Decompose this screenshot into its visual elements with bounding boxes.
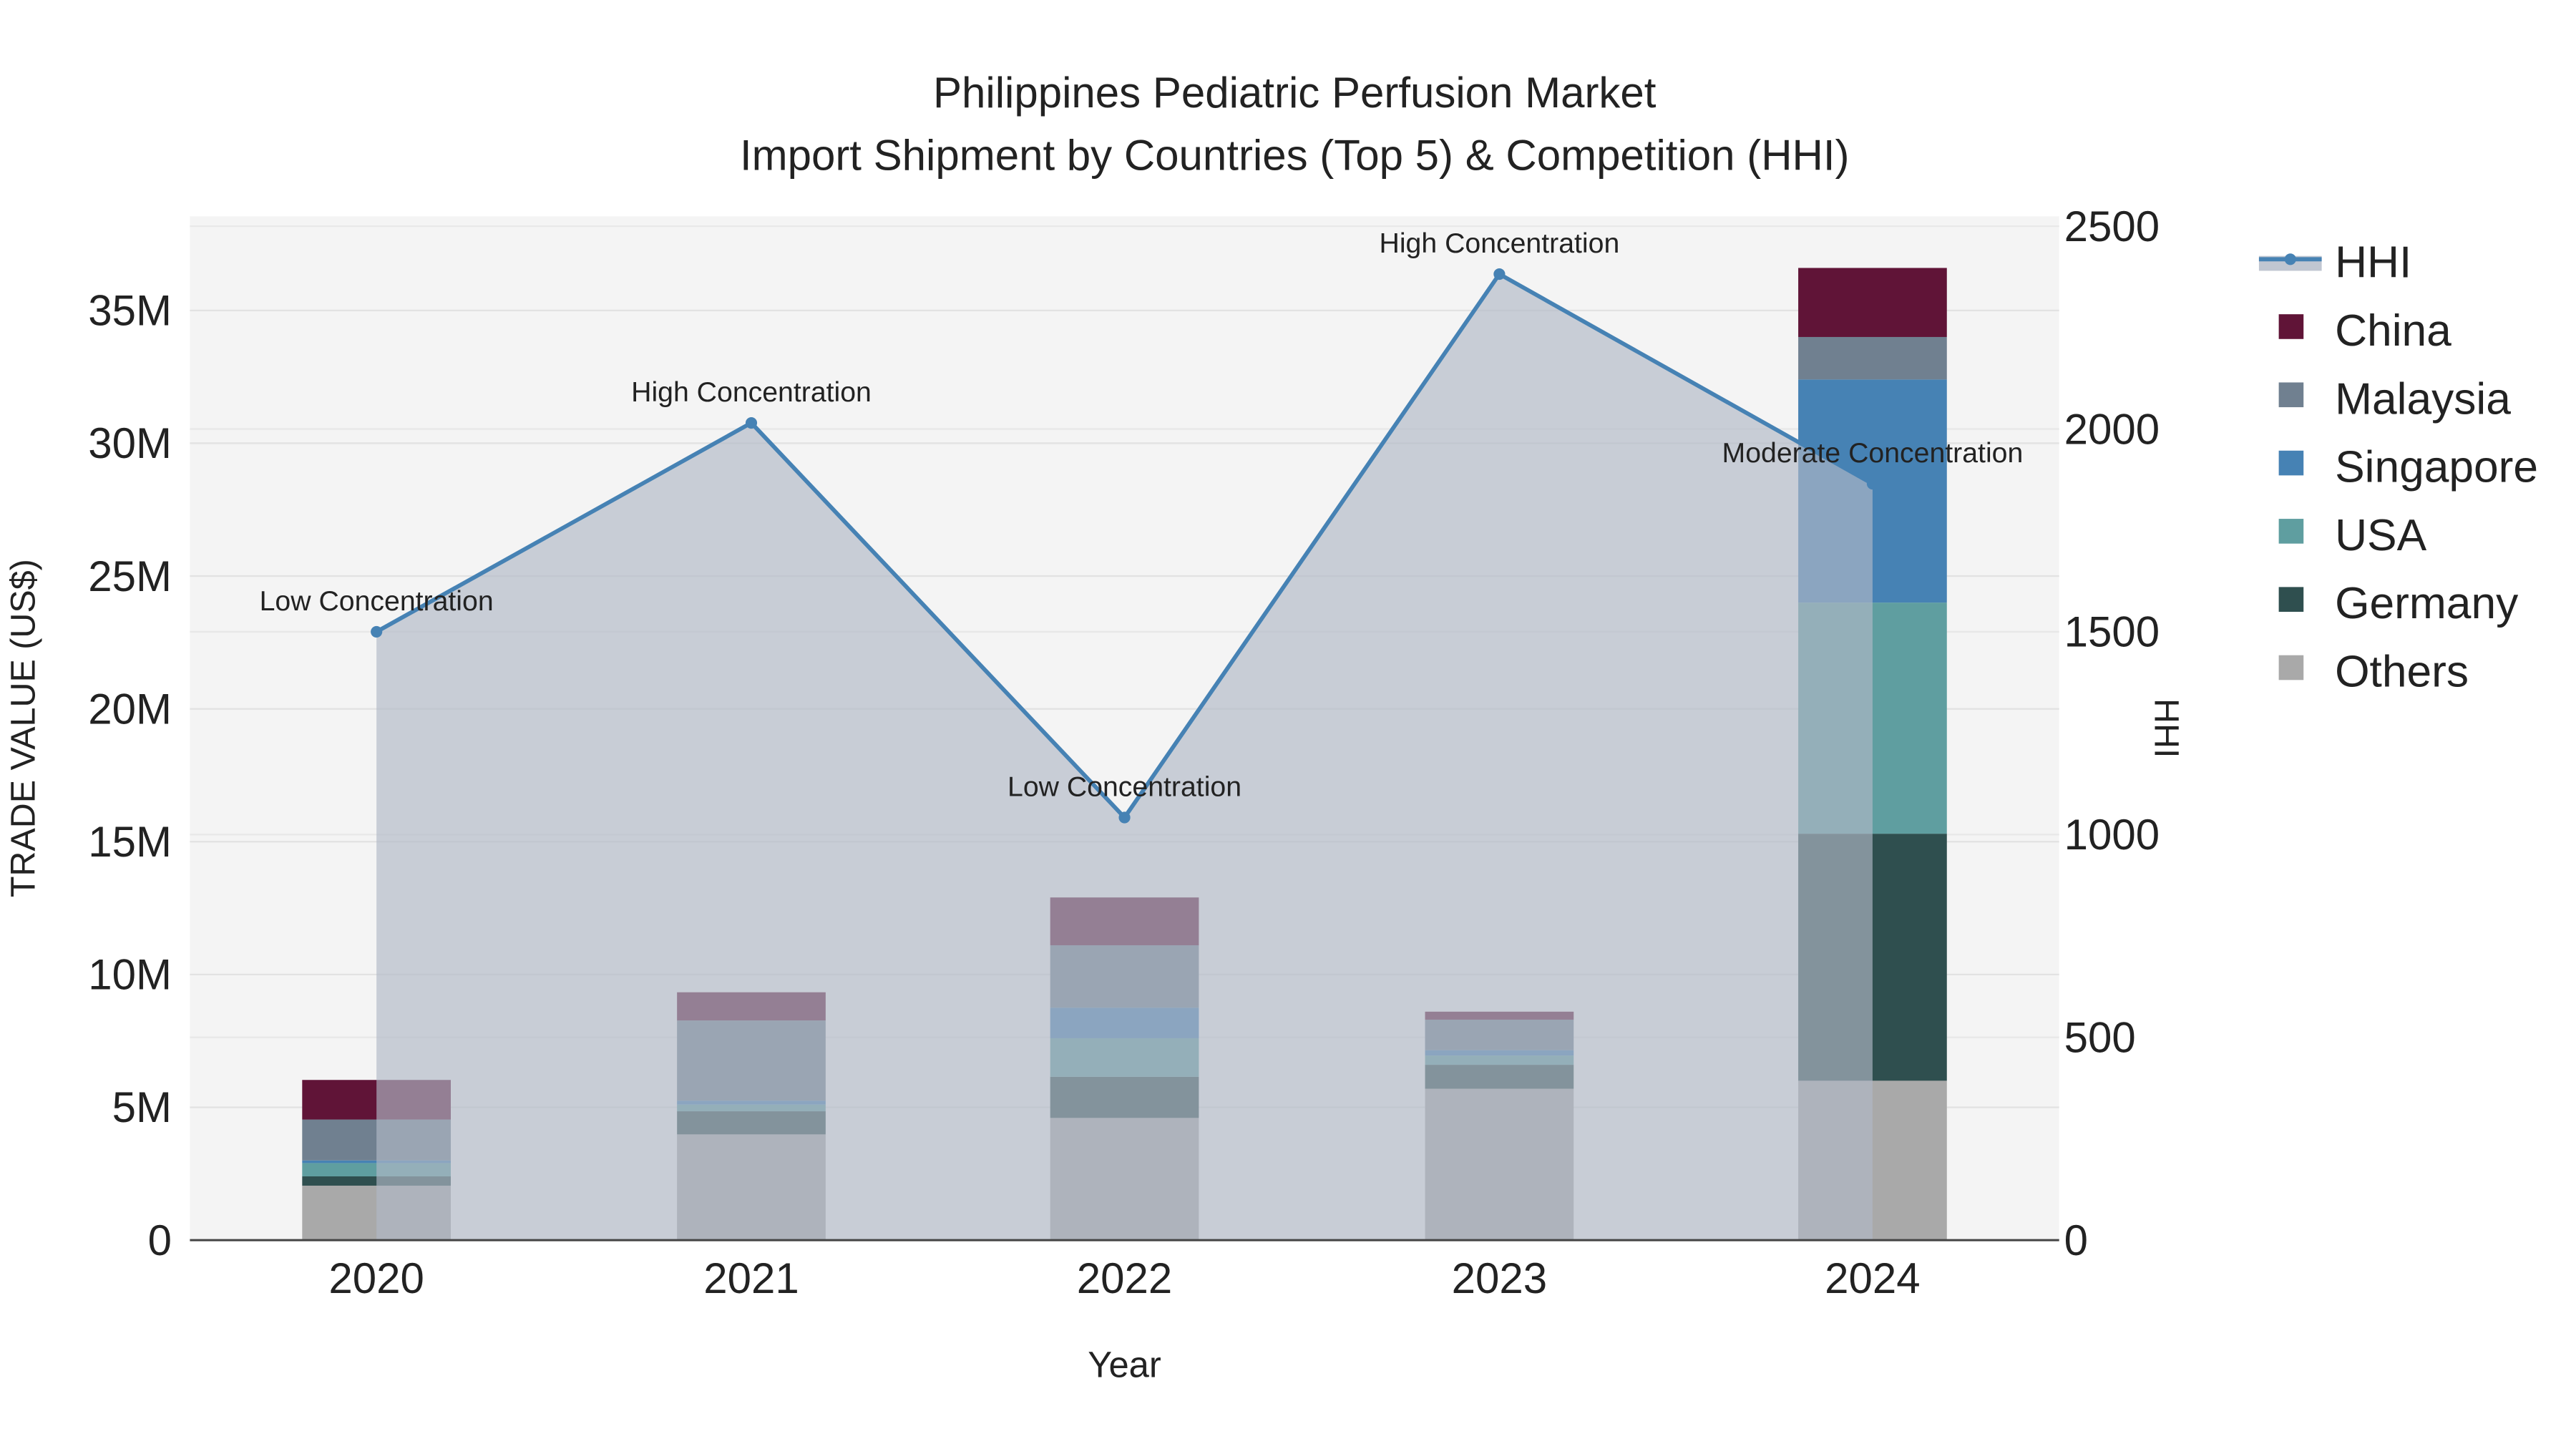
hhi-point-2024	[1866, 477, 1878, 490]
y2-tick-label: 2500	[2064, 203, 2160, 250]
x-tick-label: 2024	[1825, 1254, 1920, 1302]
hhi-annotation: High Concentration	[1380, 228, 1620, 259]
legend-swatch-others	[2278, 655, 2304, 680]
hhi-point-2022	[1118, 811, 1131, 824]
x-axis-ticks: 2020 2021 2022 2023 2024	[328, 1254, 1920, 1302]
y-axis-ticks: 0 5M 10M 15M 20M 25M 30M 35M	[88, 287, 172, 1264]
legend-label-china: China	[2335, 306, 2451, 356]
hhi-point-2023	[1493, 268, 1506, 280]
y-tick-label: 0	[148, 1216, 172, 1264]
chart-title-line2: Import Shipment by Countries (Top 5) & C…	[740, 132, 1850, 180]
y-tick-label: 15M	[88, 818, 172, 866]
y-tick-label: 25M	[88, 552, 172, 600]
y-axis-title: TRADE VALUE (US$)	[4, 559, 42, 897]
y-tick-label: 30M	[88, 419, 172, 467]
y2-tick-label: 1500	[2064, 608, 2160, 656]
legend-swatch-hhi-marker	[2284, 253, 2296, 265]
hhi-annotation: Moderate Concentration	[1722, 437, 2024, 469]
y-tick-label: 10M	[88, 951, 172, 999]
y-tick-label: 35M	[88, 287, 172, 335]
bar-china-2024	[1798, 268, 1947, 337]
chart: Low Concentration High Concentration Low C…	[4, 69, 2538, 1385]
hhi-annotation: Low Concentration	[1008, 771, 1241, 803]
x-axis-title: Year	[1088, 1345, 1161, 1385]
hhi-point-2020	[371, 625, 383, 638]
x-tick-label: 2022	[1077, 1254, 1172, 1302]
legend-label-usa: USA	[2335, 511, 2427, 560]
legend-swatch-germany	[2278, 587, 2304, 612]
x-tick-label: 2020	[328, 1254, 424, 1302]
y-tick-label: 20M	[88, 685, 172, 733]
bar-malaysia-2024	[1798, 336, 1947, 380]
y2-tick-label: 1000	[2064, 811, 2160, 859]
y2-tick-label: 500	[2064, 1013, 2136, 1061]
legend-label-germany: Germany	[2335, 579, 2519, 628]
y-tick-label: 5M	[112, 1083, 172, 1131]
y2-tick-label: 0	[2064, 1216, 2088, 1264]
x-tick-label: 2023	[1452, 1254, 1547, 1302]
legend-swatch-usa	[2278, 519, 2304, 544]
legend-swatch-malaysia	[2278, 382, 2304, 408]
x-tick-label: 2021	[703, 1254, 799, 1302]
legend: HHI China Malaysia Singapore USA Germany Other…	[2258, 238, 2538, 697]
legend-swatch-china	[2278, 314, 2304, 339]
legend-label-hhi: HHI	[2335, 238, 2411, 288]
y2-axis-ticks: 0 500 1000 1500 2000 2500	[2064, 203, 2160, 1264]
chart-title-line1: Philippines Pediatric Perfusion Market	[933, 69, 1657, 117]
legend-label-malaysia: Malaysia	[2335, 374, 2511, 424]
legend-swatch-singapore	[2278, 450, 2304, 476]
hhi-annotation: Low Concentration	[260, 585, 494, 617]
hhi-point-2021	[745, 416, 758, 429]
legend-label-singapore: Singapore	[2335, 443, 2538, 492]
y2-tick-label: 2000	[2064, 405, 2160, 453]
legend-label-others: Others	[2335, 648, 2469, 697]
hhi-annotation: High Concentration	[631, 376, 872, 408]
y2-axis-title: HHI	[2147, 698, 2186, 758]
